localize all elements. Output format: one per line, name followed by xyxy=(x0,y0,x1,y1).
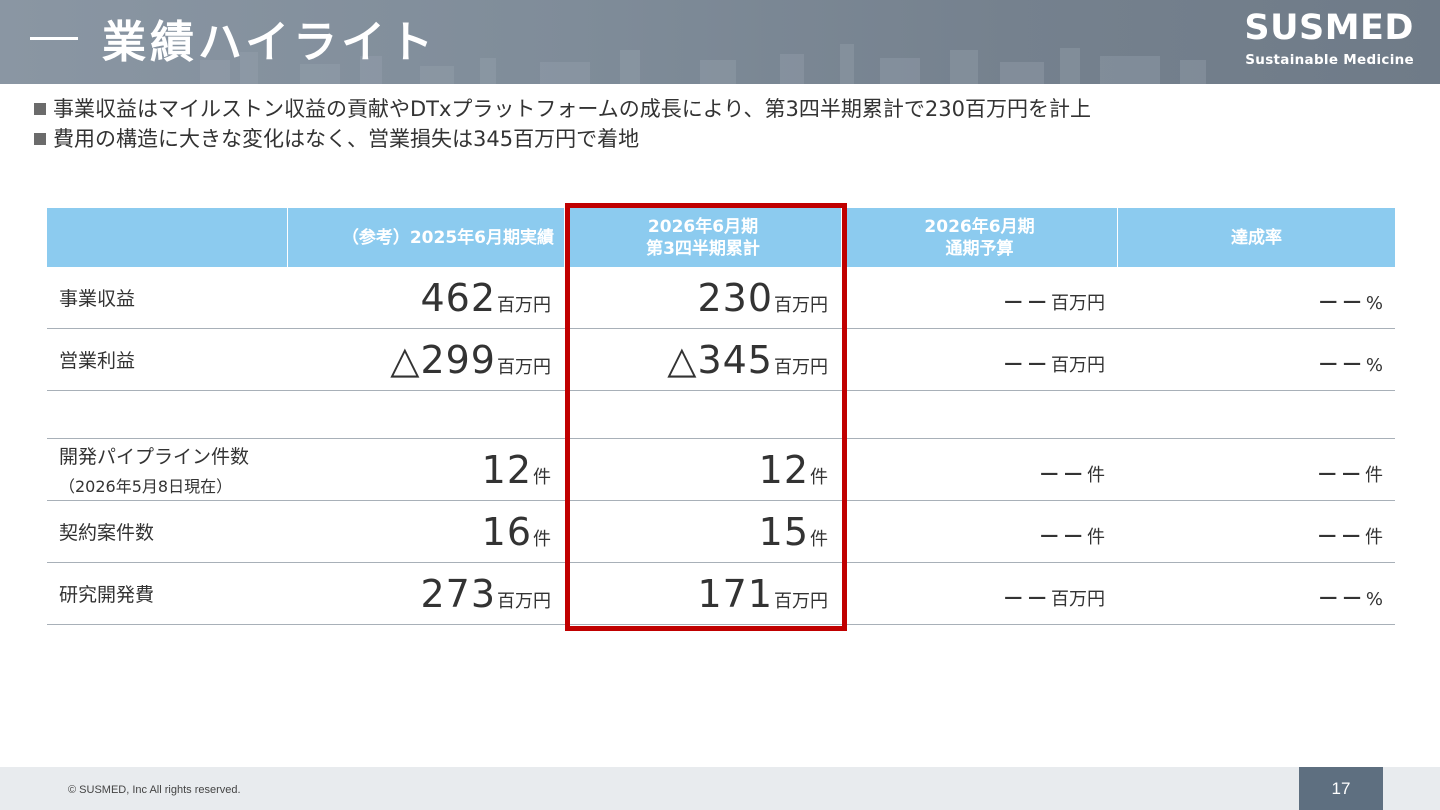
value-cell: △299 百万円 xyxy=(390,338,551,382)
header-cell-achievement-rate: 達成率 xyxy=(1118,208,1395,267)
header-cell-full-year-budget: 2026年6月期 通期予算 xyxy=(842,208,1117,267)
bullet-item: 事業収益はマイルストン収益の貢献やDTxプラットフォームの成長により、第3四半期… xyxy=(34,94,1091,124)
row-label: 研究開発費 xyxy=(59,584,155,606)
title-dash xyxy=(30,36,78,40)
table-header-row: （参考）2025年6月期実績 2026年6月期 第3四半期累計 2026年6月期… xyxy=(47,208,1395,267)
table-row: 契約案件数 16 件 15 件 −− 件 −− 件 xyxy=(47,501,1395,563)
value-cell: −− 件 xyxy=(1316,459,1383,489)
value-cell: −− 件 xyxy=(1038,521,1105,551)
header-cell-empty xyxy=(47,208,287,267)
header-text-line2: 第3四半期累計 xyxy=(646,238,760,259)
value-cell: 230 百万円 xyxy=(697,276,828,320)
value-cell: 462 百万円 xyxy=(420,276,551,320)
row-sublabel: （2026年5月8日現在） xyxy=(59,477,233,496)
value-cell: −−% xyxy=(1317,583,1383,613)
header-banner: 業績ハイライト SUSMED Sustainable Medicine xyxy=(0,0,1440,84)
value-cell: −−% xyxy=(1317,287,1383,317)
bullet-text: 事業収益はマイルストン収益の貢献やDTxプラットフォームの成長により、第3四半期… xyxy=(53,97,1091,121)
value-cell: −− 百万円 xyxy=(1002,287,1105,317)
brand-logo: SUSMED Sustainable Medicine xyxy=(1244,8,1414,68)
value-cell: △345 百万円 xyxy=(667,338,828,382)
value-cell: 12 件 xyxy=(481,448,551,492)
brand-name: SUSMED xyxy=(1244,8,1414,48)
value-cell: −−% xyxy=(1317,349,1383,379)
page-title: 業績ハイライト xyxy=(102,17,438,68)
brand-tagline: Sustainable Medicine xyxy=(1245,52,1414,68)
value-cell: 171 百万円 xyxy=(697,572,828,616)
square-bullet-icon xyxy=(34,103,46,115)
bullet-item: 費用の構造に大きな変化はなく、営業損失は345百万円で着地 xyxy=(34,124,1091,154)
square-bullet-icon xyxy=(34,133,46,145)
value-cell: 15 件 xyxy=(758,510,828,554)
footer: © SUSMED, Inc All rights reserved. 17 xyxy=(0,767,1440,810)
row-label: 契約案件数 xyxy=(59,522,155,544)
value-cell: −− 百万円 xyxy=(1002,583,1105,613)
title-area: 業績ハイライト xyxy=(30,8,437,68)
table-row: 研究開発費 273 百万円 171 百万円 −− 百万円 −−% xyxy=(47,563,1395,625)
value-cell: −− 百万円 xyxy=(1002,349,1105,379)
header-text-line1: 2026年6月期 xyxy=(924,216,1035,237)
header-cell-q3-cumulative: 2026年6月期 第3四半期累計 xyxy=(565,208,841,267)
summary-bullets: 事業収益はマイルストン収益の貢献やDTxプラットフォームの成長により、第3四半期… xyxy=(34,94,1091,154)
header-text: 達成率 xyxy=(1231,227,1282,248)
table-row: 事業収益 462 百万円 230 百万円 −− 百万円 −−% xyxy=(47,267,1395,329)
table-row: 開発パイプライン件数 （2026年5月8日現在） 12 件 12 件 −− 件 −− 件 xyxy=(47,439,1395,501)
bullet-text: 費用の構造に大きな変化はなく、営業損失は345百万円で着地 xyxy=(53,127,640,151)
highlights-table: （参考）2025年6月期実績 2026年6月期 第3四半期累計 2026年6月期… xyxy=(47,208,1395,625)
page-number: 17 xyxy=(1299,767,1383,810)
header-text-line2: 通期予算 xyxy=(945,238,1014,259)
row-label: 事業収益 xyxy=(59,288,136,310)
row-label: 営業利益 xyxy=(59,350,136,372)
header-text-line1: 2026年6月期 xyxy=(647,216,759,237)
value-cell: 273 百万円 xyxy=(420,572,551,616)
row-label: 開発パイプライン件数 （2026年5月8日現在） xyxy=(47,439,287,500)
table-spacer-row xyxy=(47,391,1395,439)
value-cell: −− 件 xyxy=(1038,459,1105,489)
value-cell: −− 件 xyxy=(1316,521,1383,551)
copyright-text: © SUSMED, Inc All rights reserved. xyxy=(68,784,241,796)
value-cell: 12 件 xyxy=(758,448,828,492)
header-text: （参考）2025年6月期実績 xyxy=(341,227,554,248)
table-row: 営業利益 △299 百万円 △345 百万円 −− 百万円 −−% xyxy=(47,329,1395,391)
header-cell-fy2025: （参考）2025年6月期実績 xyxy=(288,208,564,267)
value-cell: 16 件 xyxy=(481,510,551,554)
